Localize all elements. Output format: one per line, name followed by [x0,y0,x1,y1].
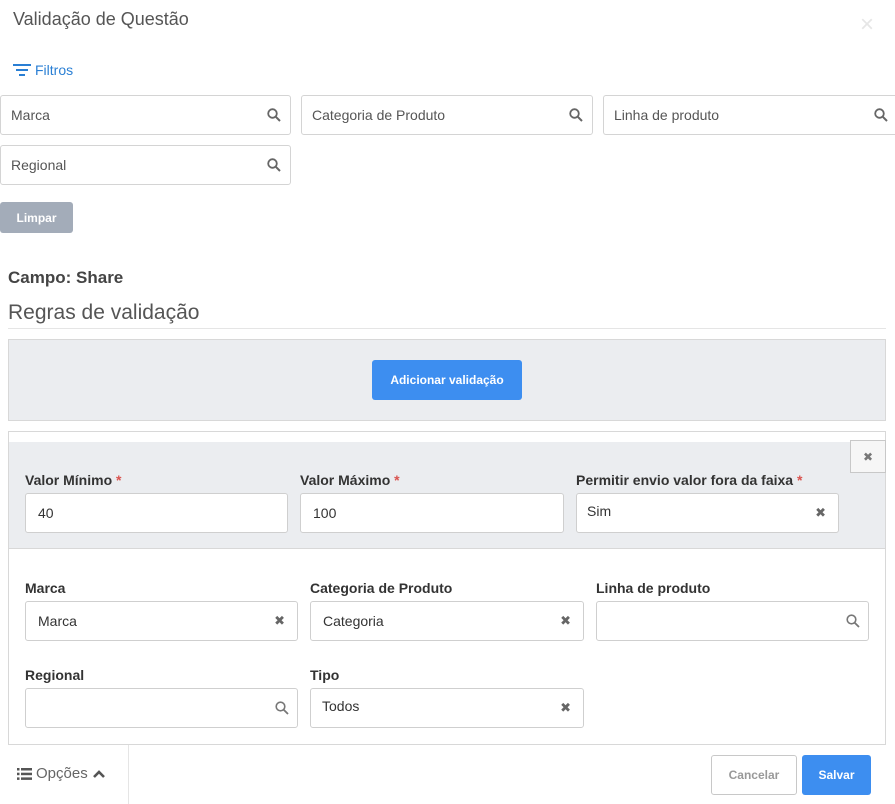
filter-categoria-placeholder: Categoria de Produto [312,107,446,123]
filter-linha-input[interactable]: Linha de produto [603,95,895,135]
marca-value: Marca [38,613,77,629]
clear-filters-button[interactable]: Limpar [0,202,73,233]
clear-icon[interactable]: ✖ [815,505,826,521]
marca-label: Marca [25,580,66,596]
remove-rule-button[interactable]: ✖ [850,440,886,473]
divider [8,328,886,329]
tipo-select[interactable]: Todos ✖ [310,688,584,728]
filter-regional-input[interactable]: Regional [0,145,291,185]
search-icon [569,108,583,122]
options-toggle[interactable]: Opções [17,765,106,782]
filters-label: Filtros [35,62,74,78]
campo-prefix: Campo: [8,268,72,287]
max-value-label: Valor Máximo * [300,472,400,488]
allow-out-of-range-select[interactable]: Sim ✖ [576,493,839,533]
list-icon [17,767,32,780]
clear-icon[interactable]: ✖ [274,613,285,629]
max-value-input[interactable]: 100 [300,493,564,533]
search-icon [267,108,281,122]
search-icon [267,158,281,172]
linha-label: Linha de produto [596,580,711,596]
cancel-button[interactable]: Cancelar [711,755,797,795]
min-value-input[interactable]: 40 [25,493,288,533]
footer-divider [128,745,129,804]
clear-icon[interactable]: ✖ [560,700,571,716]
add-validation-button[interactable]: Adicionar validação [372,360,522,400]
categoria-value: Categoria [323,613,384,629]
filter-icon [13,64,31,76]
max-value-text: 100 [313,505,337,521]
search-icon [874,108,888,122]
save-button[interactable]: Salvar [802,755,871,795]
filter-linha-placeholder: Linha de produto [614,107,720,123]
filter-categoria-input[interactable]: Categoria de Produto [301,95,593,135]
dialog-title: Validação de Questão [13,9,189,29]
min-value-text: 40 [38,505,54,521]
categoria-label: Categoria de Produto [310,580,453,596]
filter-regional-placeholder: Regional [11,157,67,173]
filter-marca-input[interactable]: Marca [0,95,291,135]
marca-select[interactable]: Marca ✖ [25,601,298,641]
close-icon: ✖ [862,449,874,464]
tipo-label: Tipo [310,667,340,683]
filter-marca-placeholder: Marca [11,107,50,123]
tipo-value: Todos [322,698,360,714]
campo-value: Share [76,268,124,287]
close-icon[interactable]: × [860,12,874,38]
allow-out-of-range-value: Sim [587,503,612,519]
chevron-up-icon [92,769,105,778]
regional-label: Regional [25,667,85,683]
allow-out-of-range-label: Permitir envio valor fora da faixa * [576,472,803,488]
search-icon [275,701,289,715]
campo-heading: Campo: Share [8,268,123,288]
categoria-select[interactable]: Categoria ✖ [310,601,584,641]
min-value-label: Valor Mínimo * [25,472,122,488]
filters-toggle[interactable]: Filtros [13,62,73,78]
regional-input[interactable] [25,688,298,728]
options-label: Opções [36,765,88,782]
rules-heading: Regras de validação [8,301,200,324]
linha-input[interactable] [596,601,869,641]
search-icon [846,614,860,628]
clear-icon[interactable]: ✖ [560,613,571,629]
